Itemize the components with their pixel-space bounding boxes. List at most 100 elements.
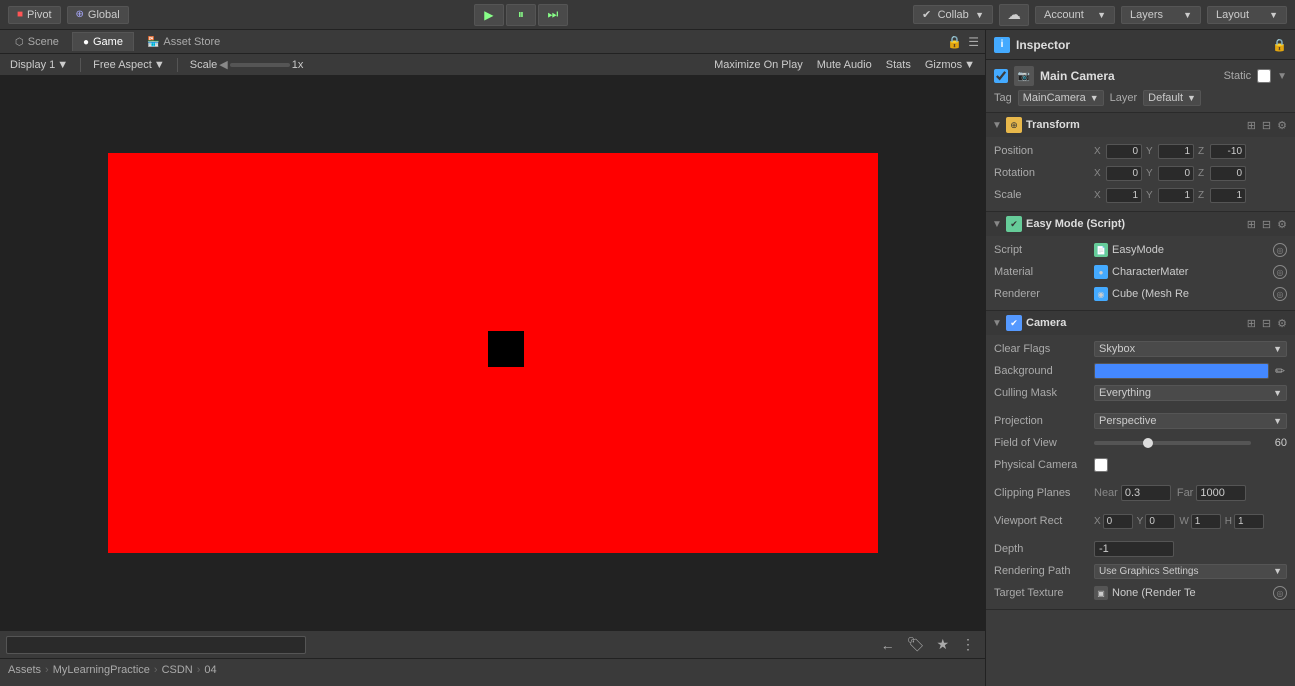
transform-paste-btn[interactable]: ⊟ [1260, 119, 1273, 132]
background-color-preview[interactable] [1094, 363, 1269, 379]
clear-flags-dropdown[interactable]: Skybox ▼ [1094, 341, 1287, 357]
easy-mode-arrow: ▼ [992, 219, 1002, 230]
search-input[interactable] [6, 636, 306, 654]
pivot-button[interactable]: ■ Pivot [8, 6, 61, 24]
tab-lock-btn[interactable]: 🔒 [945, 35, 964, 49]
tab-more-btn[interactable]: ☰ [966, 35, 981, 49]
game-viewport [0, 76, 985, 630]
aspect-selector[interactable]: Free Aspect ▼ [89, 58, 169, 72]
transform-header[interactable]: ▼ ⊕ Transform ⊞ ⊟ ⚙ [986, 113, 1295, 137]
renderer-ref-icon: ◉ [1094, 287, 1108, 301]
scale-field-label: Scale [994, 189, 1094, 201]
fov-slider[interactable] [1094, 441, 1251, 445]
layer-selector[interactable]: Default ▼ [1143, 90, 1201, 106]
pos-x-input[interactable] [1106, 144, 1142, 159]
physical-camera-checkbox[interactable] [1094, 458, 1108, 472]
background-color-edit-btn[interactable]: ✏ [1273, 364, 1287, 378]
scl-y-input[interactable] [1158, 188, 1194, 203]
asset-tab-label: Asset Store [163, 36, 220, 48]
breadcrumb-csdn[interactable]: CSDN [162, 664, 193, 676]
easy-mode-paste-btn[interactable]: ⊟ [1260, 218, 1273, 231]
rot-y-input[interactable] [1158, 166, 1194, 181]
inspector-lock-btn[interactable]: 🔒 [1272, 38, 1287, 52]
search-wrap [6, 636, 306, 654]
account-label: Account [1044, 9, 1084, 21]
rot-y-field: Y [1146, 166, 1194, 181]
vr-h-input[interactable] [1234, 514, 1264, 529]
static-chevron[interactable]: ▼ [1277, 71, 1287, 82]
scl-x-input[interactable] [1106, 188, 1142, 203]
rendering-path-dropdown[interactable]: Use Graphics Settings ▼ [1094, 564, 1287, 579]
display-chevron: ▼ [57, 59, 68, 71]
easy-mode-menu-btn[interactable]: ⚙ [1275, 218, 1289, 231]
material-label: Material [994, 266, 1094, 278]
position-row: Position X Y Z [994, 141, 1287, 161]
favorite-btn[interactable]: ← [877, 637, 899, 653]
object-icon: 📷 [1014, 66, 1034, 86]
breadcrumb-04[interactable]: 04 [204, 664, 216, 676]
vr-x-input[interactable] [1103, 514, 1133, 529]
display-label: Display 1 [10, 59, 55, 71]
layer-value: Default [1148, 92, 1183, 104]
pause-button[interactable]: ⏸ [506, 4, 536, 26]
mute-btn[interactable]: Mute Audio [813, 58, 876, 72]
star-btn[interactable]: ★ [932, 636, 953, 653]
projection-dropdown[interactable]: Perspective ▼ [1094, 413, 1287, 429]
vr-y-input[interactable] [1145, 514, 1175, 529]
static-checkbox[interactable] [1257, 69, 1271, 83]
far-input[interactable] [1196, 485, 1246, 501]
step-button[interactable]: ⏭ [538, 4, 568, 26]
camera-copy-btn[interactable]: ⊞ [1245, 317, 1258, 330]
pos-y-input[interactable] [1158, 144, 1194, 159]
background-value: ✏ [1094, 363, 1287, 379]
camera-paste-btn[interactable]: ⊟ [1260, 317, 1273, 330]
layers-button[interactable]: Layers ▼ [1121, 6, 1201, 24]
near-input[interactable] [1121, 485, 1171, 501]
display-selector[interactable]: Display 1 ▼ [6, 58, 72, 72]
transform-menu-btn[interactable]: ⚙ [1275, 119, 1289, 132]
script-ref-icon: 📄 [1094, 243, 1108, 257]
tag-selector[interactable]: MainCamera ▼ [1018, 90, 1104, 106]
tab-scene[interactable]: ⬡ Scene [4, 32, 70, 51]
pivot-icon: ■ [17, 9, 23, 20]
object-enabled-checkbox[interactable] [994, 69, 1008, 83]
transform-copy-btn[interactable]: ⊞ [1245, 119, 1258, 132]
script-ref-circle[interactable]: ◎ [1273, 243, 1287, 257]
camera-component: ▼ ✔ Camera ⊞ ⊟ ⚙ Clear Flags Skybox ▼ [986, 311, 1295, 610]
pos-z-input[interactable] [1210, 144, 1246, 159]
global-button[interactable]: ⊕ Global [67, 6, 129, 24]
vr-w-input[interactable] [1191, 514, 1221, 529]
layout-button[interactable]: Layout ▼ [1207, 6, 1287, 24]
tag-btn[interactable]: 🏷 [903, 636, 929, 653]
maximize-btn[interactable]: Maximize On Play [710, 58, 807, 72]
fov-value: 60 [1257, 437, 1287, 449]
breadcrumb-assets[interactable]: Assets [8, 664, 41, 676]
rot-x-input[interactable] [1106, 166, 1142, 181]
scl-z-input[interactable] [1210, 188, 1246, 203]
tab-game[interactable]: ● Game [72, 32, 134, 51]
material-ref-circle[interactable]: ◎ [1273, 265, 1287, 279]
target-texture-circle[interactable]: ◎ [1273, 586, 1287, 600]
scale-control[interactable]: Scale ◀ 1x [186, 57, 308, 72]
rendering-path-label: Rendering Path [994, 565, 1094, 577]
renderer-ref-circle[interactable]: ◎ [1273, 287, 1287, 301]
cloud-button[interactable]: ☁ [999, 4, 1029, 26]
depth-input[interactable] [1094, 541, 1174, 557]
more-btn[interactable]: ⋮ [957, 636, 979, 653]
camera-menu-btn[interactable]: ⚙ [1275, 317, 1289, 330]
rot-z-input[interactable] [1210, 166, 1246, 181]
play-button[interactable]: ▶ [474, 4, 504, 26]
target-texture-icon: ▣ [1094, 586, 1108, 600]
breadcrumb-mpl[interactable]: MyLearningPractice [53, 664, 150, 676]
gizmos-btn[interactable]: Gizmos ▼ [921, 58, 979, 72]
easy-mode-header[interactable]: ▼ ✔ Easy Mode (Script) ⊞ ⊟ ⚙ [986, 212, 1295, 236]
tab-asset-store[interactable]: 🏪 Asset Store [136, 32, 231, 51]
camera-header[interactable]: ▼ ✔ Camera ⊞ ⊟ ⚙ [986, 311, 1295, 335]
collab-button[interactable]: ✔ Collab ▼ [913, 5, 993, 24]
stats-btn[interactable]: Stats [882, 58, 915, 72]
culling-mask-dropdown[interactable]: Everything ▼ [1094, 385, 1287, 401]
breadcrumb-sep-3: › [197, 664, 201, 676]
fov-label: Field of View [994, 437, 1094, 449]
easy-mode-copy-btn[interactable]: ⊞ [1245, 218, 1258, 231]
account-button[interactable]: Account ▼ [1035, 6, 1115, 24]
